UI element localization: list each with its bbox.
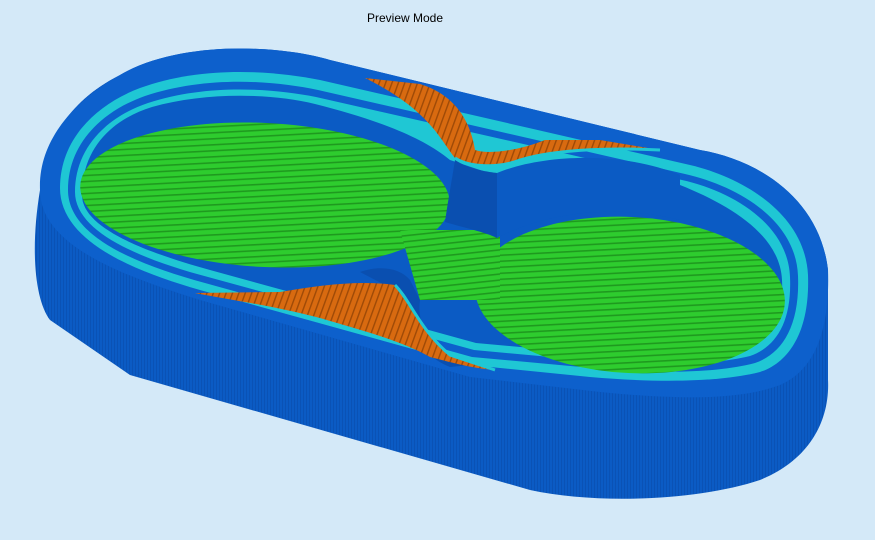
3d-preview-viewport[interactable] — [0, 0, 875, 540]
